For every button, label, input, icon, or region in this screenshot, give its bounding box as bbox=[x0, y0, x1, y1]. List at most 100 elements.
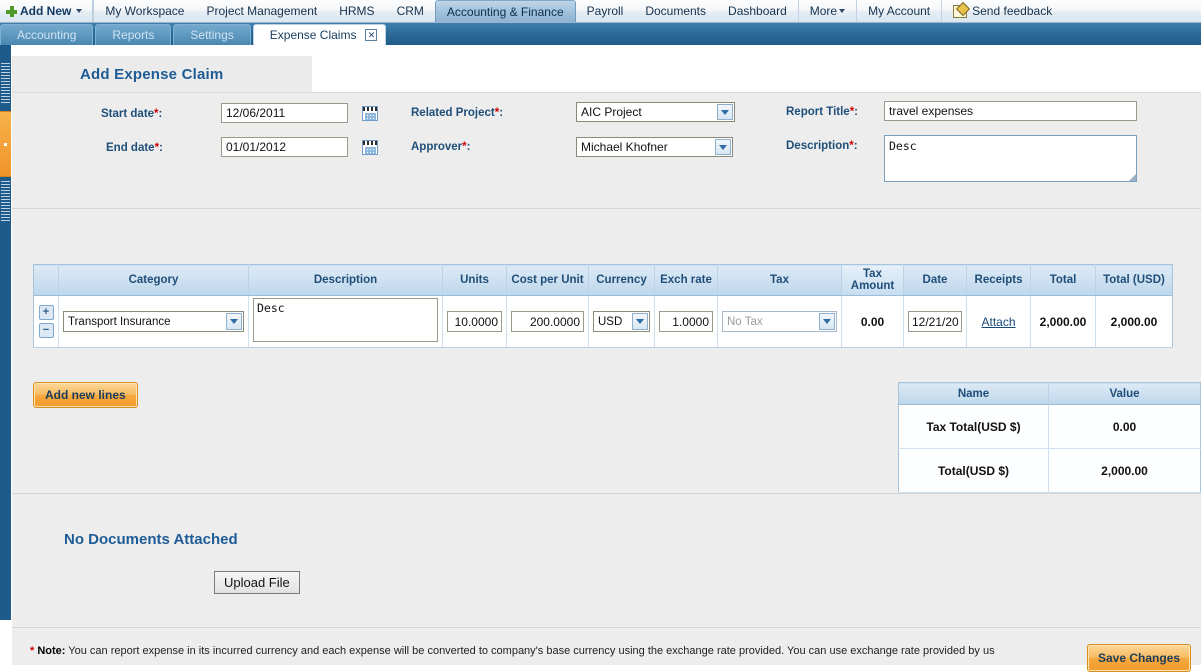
cell-date bbox=[903, 295, 967, 348]
cell-cost-per-unit bbox=[506, 295, 589, 348]
related-project-select[interactable]: AIC Project bbox=[576, 102, 735, 122]
chevron-down-icon[interactable] bbox=[715, 139, 731, 155]
description-textarea[interactable] bbox=[884, 135, 1137, 182]
attach-receipt-link[interactable]: Attach bbox=[981, 315, 1015, 329]
nav-item-payroll[interactable]: Payroll bbox=[576, 0, 635, 22]
end-date-input[interactable] bbox=[221, 137, 348, 157]
cell-currency: USD bbox=[588, 295, 655, 348]
col-currency: Currency bbox=[588, 264, 655, 296]
note-label: Note: bbox=[37, 645, 66, 657]
add-new-button[interactable]: Add New bbox=[0, 0, 94, 22]
chevron-down-icon[interactable] bbox=[632, 313, 648, 330]
nav-item-documents[interactable]: Documents bbox=[634, 0, 717, 22]
note-asterisk: * bbox=[30, 645, 35, 657]
currency-select[interactable]: USD bbox=[593, 311, 650, 332]
colon: : bbox=[466, 141, 471, 153]
label-text: Report Title bbox=[786, 106, 850, 118]
upload-file-button[interactable]: Upload File bbox=[214, 571, 300, 594]
note-text: You can report expense in its incurred c… bbox=[65, 645, 995, 657]
chevron-down-icon[interactable] bbox=[226, 313, 242, 330]
chevron-down-icon bbox=[839, 9, 846, 13]
chevron-down-icon[interactable] bbox=[717, 104, 733, 120]
related-project-value: AIC Project bbox=[581, 105, 642, 119]
page-title: Add Expense Claim bbox=[80, 65, 224, 83]
tab-label: Reports bbox=[112, 28, 155, 42]
calendar-icon[interactable] bbox=[362, 140, 378, 155]
close-icon[interactable]: ✕ bbox=[365, 29, 378, 41]
cell-description bbox=[248, 295, 443, 348]
label-text: End date bbox=[106, 142, 155, 154]
report-title-input[interactable] bbox=[884, 101, 1137, 121]
category-value: Transport Insurance bbox=[68, 315, 171, 328]
rail-grip-icon bbox=[1, 181, 10, 223]
cell-row-controls: + − bbox=[33, 295, 59, 348]
chevron-down-icon[interactable] bbox=[819, 313, 835, 330]
top-nav-items: My Workspace Project Management HRMS CRM… bbox=[93, 0, 1063, 22]
col-receipts: Receipts bbox=[966, 264, 1031, 296]
nav-label: Accounting & Finance bbox=[446, 4, 564, 19]
tab-reports[interactable]: Reports bbox=[95, 24, 172, 45]
col-tax-amount: Tax Amount bbox=[841, 264, 904, 296]
expense-lines-section: Category Description Units Cost per Unit… bbox=[12, 208, 1201, 493]
documents-section: No Documents Attached Upload File bbox=[12, 493, 1201, 627]
nav-label: CRM bbox=[396, 4, 424, 18]
colon: : bbox=[159, 142, 163, 154]
nav-label: Send feedback bbox=[972, 4, 1053, 18]
nav-item-hrms[interactable]: HRMS bbox=[328, 0, 385, 22]
nav-item-my-workspace[interactable]: My Workspace bbox=[93, 0, 195, 22]
chevron-down-icon bbox=[76, 9, 83, 13]
nav-item-dashboard[interactable]: Dashboard bbox=[717, 0, 798, 22]
cell-tax-amount: 0.00 bbox=[841, 295, 904, 348]
col-rowctl bbox=[33, 264, 59, 296]
category-select[interactable]: Transport Insurance bbox=[63, 311, 244, 332]
totals-col-name: Name bbox=[898, 382, 1049, 405]
nav-item-accounting-and-finance[interactable]: Accounting & Finance bbox=[434, 0, 576, 22]
totals-name: Total(USD $) bbox=[898, 448, 1049, 493]
approver-select[interactable]: Michael Khofner bbox=[576, 137, 733, 157]
nav-item-project-management[interactable]: Project Management bbox=[195, 0, 328, 22]
nav-label: Dashboard bbox=[728, 4, 787, 18]
sidebar-expand-handle[interactable] bbox=[0, 111, 11, 177]
add-new-lines-button[interactable]: Add new lines bbox=[33, 382, 138, 408]
nav-label: Documents bbox=[645, 4, 707, 18]
tab-settings[interactable]: Settings bbox=[173, 24, 251, 45]
tax-select[interactable]: No Tax bbox=[722, 311, 837, 332]
save-changes-button[interactable]: Save Changes bbox=[1087, 644, 1192, 672]
report-title-label: Report Title*: bbox=[786, 106, 858, 118]
col-category: Category bbox=[58, 264, 249, 296]
approver-label: Approver*: bbox=[411, 141, 470, 153]
nav-item-more[interactable]: More bbox=[797, 0, 856, 22]
calendar-icon[interactable] bbox=[362, 106, 378, 121]
feedback-icon bbox=[953, 4, 968, 18]
remove-row-button[interactable]: − bbox=[38, 323, 54, 338]
footer-note: * Note: You can report expense in its in… bbox=[30, 644, 1035, 658]
add-new-label: Add New bbox=[20, 4, 72, 18]
label-text: Start date bbox=[101, 108, 155, 120]
nav-item-my-account[interactable]: My Account bbox=[856, 0, 941, 22]
cell-receipts: Attach bbox=[966, 295, 1031, 348]
nav-label: Payroll bbox=[586, 4, 624, 18]
totals-name: Tax Total(USD $) bbox=[898, 404, 1049, 449]
cell-exch-rate bbox=[654, 295, 718, 348]
cost-per-unit-input[interactable] bbox=[511, 311, 584, 332]
exch-rate-input[interactable] bbox=[659, 311, 713, 332]
add-row-button[interactable]: + bbox=[38, 305, 54, 320]
tab-expense-claims[interactable]: Expense Claims ✕ bbox=[252, 24, 387, 45]
approver-value: Michael Khofner bbox=[581, 140, 668, 154]
colon: : bbox=[499, 107, 504, 119]
table-header-row: Category Description Units Cost per Unit… bbox=[33, 264, 1173, 296]
tab-accounting[interactable]: Accounting bbox=[0, 24, 94, 45]
cell-total: 2,000.00 bbox=[1030, 295, 1096, 348]
line-description-textarea[interactable] bbox=[253, 298, 438, 342]
rail-grip-icon bbox=[1, 63, 10, 105]
nav-item-send-feedback[interactable]: Send feedback bbox=[941, 0, 1063, 22]
nav-item-crm[interactable]: CRM bbox=[386, 0, 435, 22]
tax-value: No Tax bbox=[727, 315, 763, 328]
totals-value: 2,000.00 bbox=[1048, 448, 1201, 493]
col-total: Total bbox=[1030, 264, 1096, 296]
units-input[interactable] bbox=[447, 311, 502, 332]
line-date-input[interactable] bbox=[908, 311, 962, 332]
page-title-plate: Add Expense Claim bbox=[12, 56, 312, 92]
start-date-input[interactable] bbox=[221, 103, 348, 123]
end-date-label: End date*: bbox=[106, 142, 163, 154]
